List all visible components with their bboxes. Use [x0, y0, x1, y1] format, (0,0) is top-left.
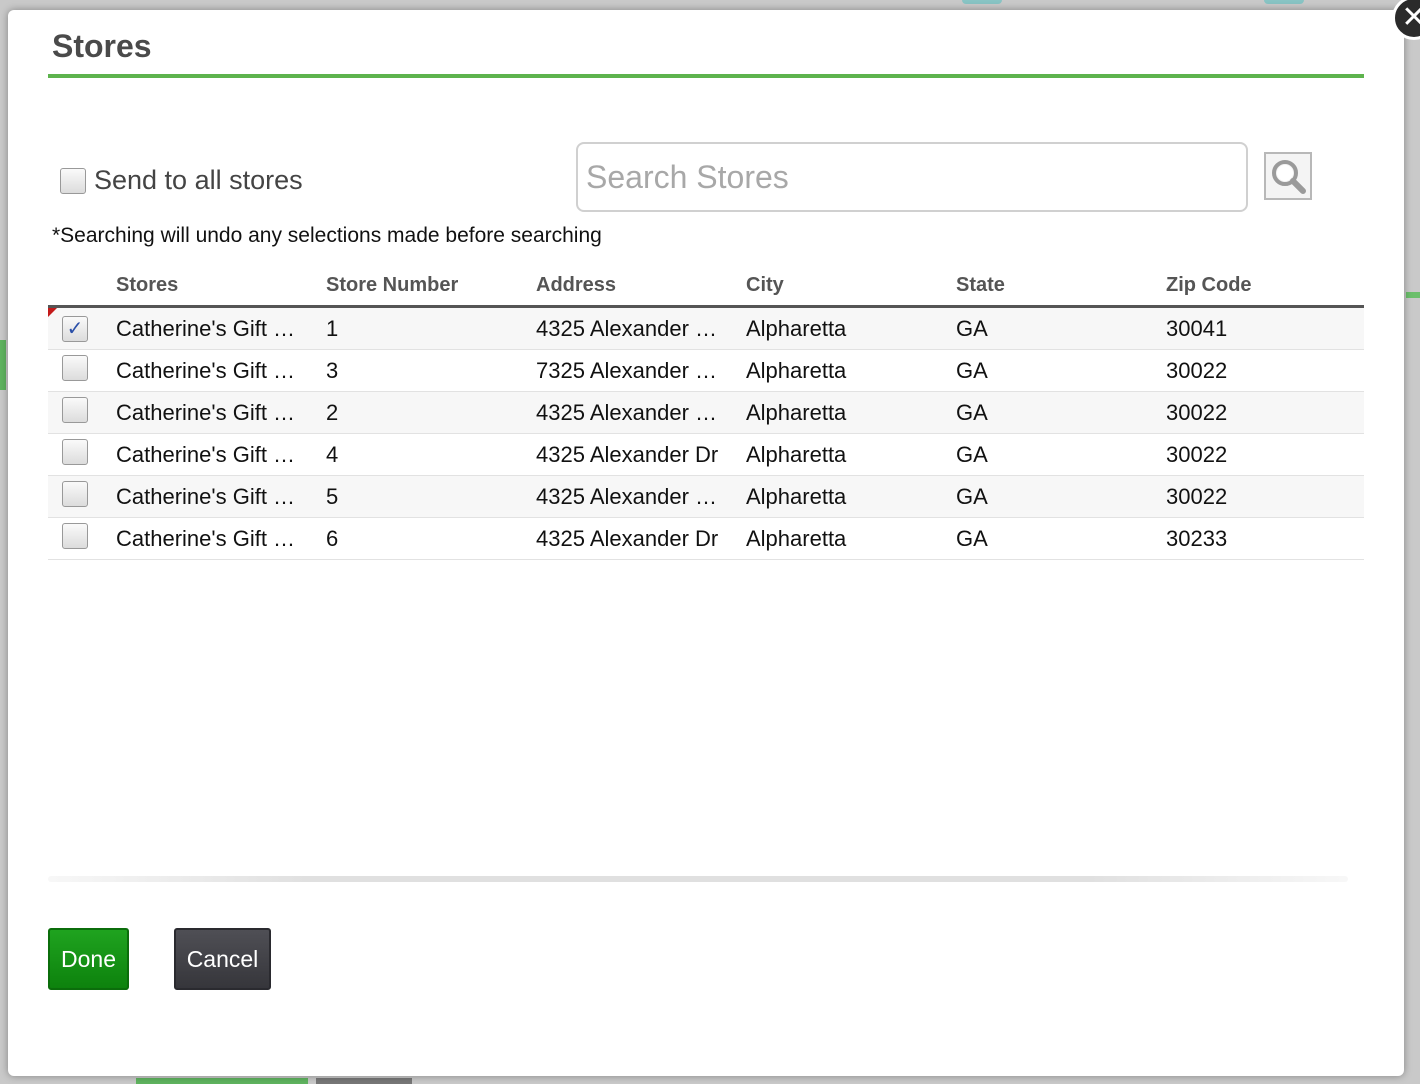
background-button	[136, 1078, 308, 1084]
cell-store: Catherine's Gift …	[116, 357, 296, 383]
row-checkbox[interactable]	[62, 438, 88, 465]
cell-zip: 30022	[1166, 483, 1228, 509]
cell-address: 4325 Alexander …	[536, 399, 718, 425]
done-button[interactable]: Done	[48, 928, 129, 990]
cell-zip: 30022	[1166, 441, 1228, 467]
table-header: Stores Store Number Address City State Z…	[48, 266, 1364, 308]
table-row[interactable]: Catherine's Gift … 6 4325 Alexander Dr A…	[48, 518, 1364, 560]
cell-state: GA	[956, 441, 988, 467]
cell-city: Alpharetta	[746, 441, 847, 467]
search-button[interactable]	[1264, 152, 1312, 200]
row-checkbox[interactable]	[62, 396, 88, 423]
row-checkbox[interactable]	[62, 480, 88, 507]
cell-store-number: 2	[326, 399, 339, 425]
cell-state: GA	[956, 525, 988, 551]
table-body: ✓ Catherine's Gift … 1 4325 Alexander … …	[48, 308, 1364, 560]
cell-store-number: 1	[326, 315, 339, 341]
cell-state: GA	[956, 399, 988, 425]
cell-store-number: 6	[326, 525, 339, 551]
footer-divider	[48, 876, 1348, 882]
table-row[interactable]: Catherine's Gift … 4 4325 Alexander Dr A…	[48, 434, 1364, 476]
close-icon: ✕	[1401, 1, 1420, 34]
send-to-all-stores[interactable]: Send to all stores	[60, 165, 303, 196]
table-row[interactable]: Catherine's Gift … 3 7325 Alexander … Al…	[48, 350, 1364, 392]
cell-address: 4325 Alexander …	[536, 315, 718, 341]
header-stores[interactable]: Stores	[116, 274, 326, 297]
cell-city: Alpharetta	[746, 357, 847, 383]
cell-store-number: 5	[326, 483, 339, 509]
table-row[interactable]: Catherine's Gift … 5 4325 Alexander … Al…	[48, 476, 1364, 518]
table-row[interactable]: ✓ Catherine's Gift … 1 4325 Alexander … …	[48, 308, 1364, 350]
cell-state: GA	[956, 483, 988, 509]
background-strip	[1406, 292, 1420, 298]
header-city[interactable]: City	[746, 274, 956, 297]
table-row[interactable]: Catherine's Gift … 2 4325 Alexander … Al…	[48, 392, 1364, 434]
cell-zip: 30022	[1166, 357, 1228, 383]
row-checkbox[interactable]: ✓	[62, 315, 88, 342]
search-icon	[1272, 160, 1306, 194]
background-strip	[0, 340, 6, 390]
cell-store: Catherine's Gift …	[116, 441, 296, 467]
cell-address: 4325 Alexander Dr	[536, 525, 719, 551]
cell-state: GA	[956, 357, 988, 383]
send-all-label: Send to all stores	[94, 165, 303, 195]
search-warning-note: *Searching will undo any selections made…	[52, 224, 602, 247]
header-zip-code[interactable]: Zip Code	[1166, 274, 1364, 297]
stores-table: Stores Store Number Address City State Z…	[48, 266, 1364, 560]
cancel-button[interactable]: Cancel	[174, 928, 271, 990]
cell-address: 4325 Alexander Dr	[536, 441, 719, 467]
row-checkbox[interactable]	[62, 522, 88, 549]
modal-title: Stores	[52, 28, 152, 64]
header-store-number[interactable]: Store Number	[326, 274, 536, 297]
send-all-checkbox[interactable]	[60, 167, 86, 194]
stores-modal: ✕ Stores Send to all stores *Searching w…	[8, 0, 1420, 1076]
header-address[interactable]: Address	[536, 274, 746, 297]
cell-zip: 30022	[1166, 399, 1228, 425]
cell-state: GA	[956, 315, 988, 341]
cell-zip: 30041	[1166, 315, 1228, 341]
background-tab	[1264, 0, 1304, 4]
cell-store-number: 4	[326, 441, 339, 467]
close-button[interactable]: ✕	[1392, 0, 1420, 40]
cell-store: Catherine's Gift …	[116, 315, 296, 341]
changed-indicator	[48, 308, 57, 317]
header-state[interactable]: State	[956, 274, 1166, 297]
background-button	[316, 1078, 412, 1084]
cell-address: 4325 Alexander …	[536, 483, 718, 509]
title-divider	[48, 74, 1364, 78]
cell-zip: 30233	[1166, 525, 1228, 551]
cell-city: Alpharetta	[746, 525, 847, 551]
cell-city: Alpharetta	[746, 399, 847, 425]
cell-store: Catherine's Gift …	[116, 525, 296, 551]
background-tab	[962, 0, 1002, 4]
cell-store-number: 3	[326, 357, 339, 383]
cell-store: Catherine's Gift …	[116, 399, 296, 425]
cell-city: Alpharetta	[746, 483, 847, 509]
cell-store: Catherine's Gift …	[116, 483, 296, 509]
row-checkbox[interactable]	[62, 354, 88, 381]
cell-address: 7325 Alexander …	[536, 357, 718, 383]
search-input[interactable]	[576, 142, 1248, 212]
cell-city: Alpharetta	[746, 315, 847, 341]
